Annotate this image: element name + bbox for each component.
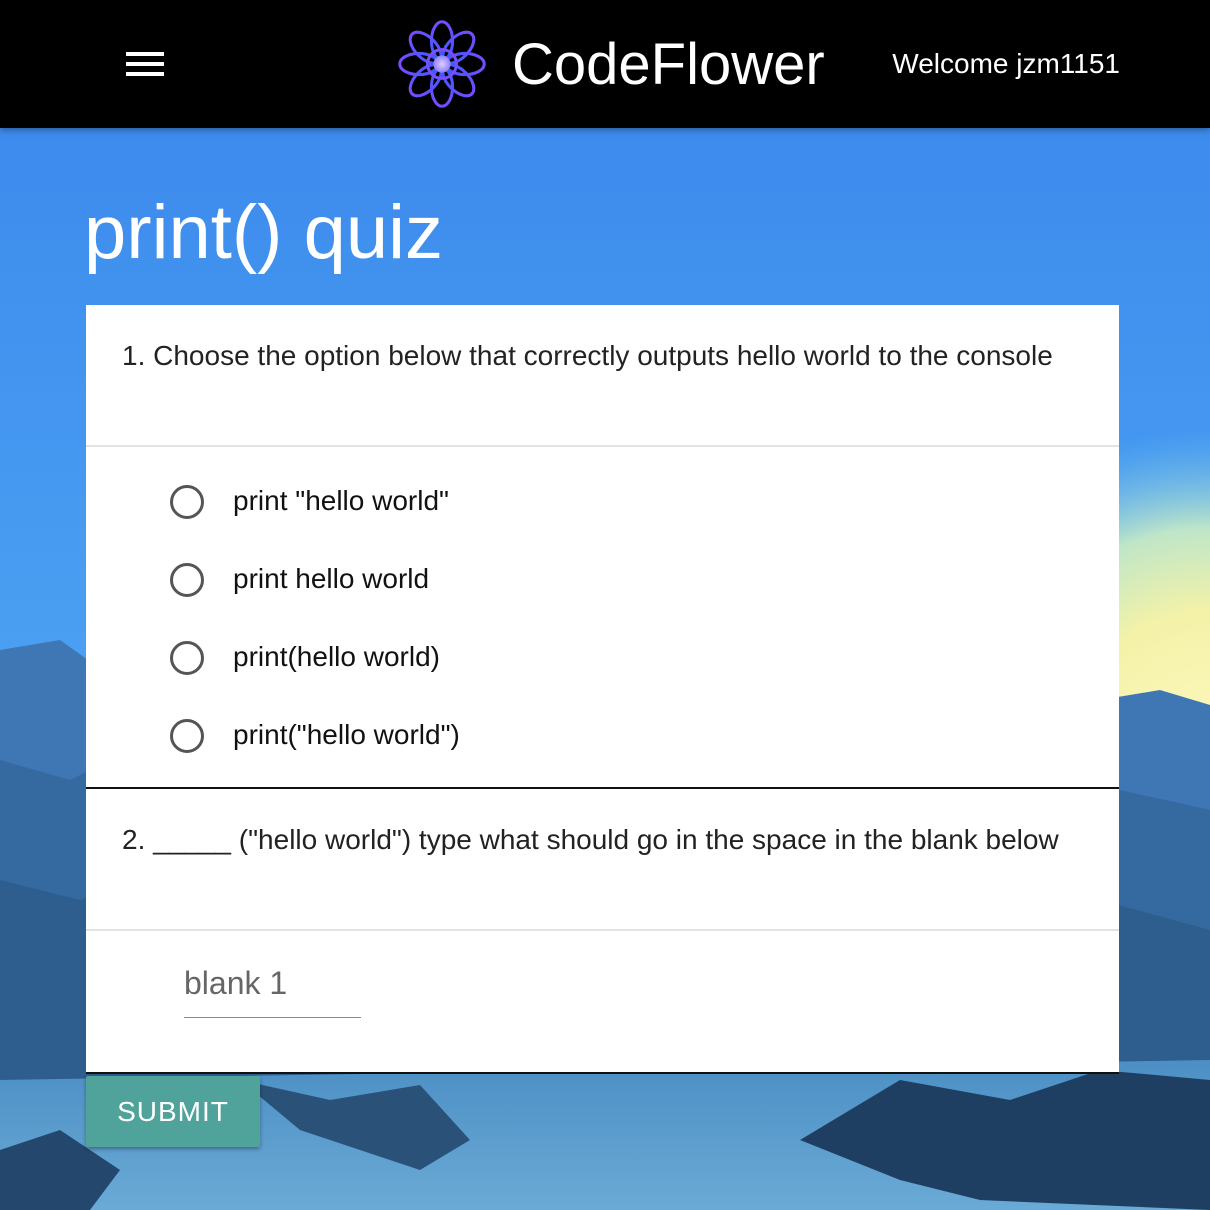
option-label: print "hello world" (233, 485, 449, 516)
option-label: print hello world (233, 563, 430, 594)
radio-button[interactable] (170, 641, 204, 675)
question-1-prompt: 1. Choose the option below that correctl… (86, 335, 1119, 377)
question-number: 1. (122, 340, 146, 371)
divider (86, 929, 1119, 931)
submit-button[interactable]: SUBMIT (86, 1076, 260, 1147)
question-text: _____ ("hello world") type what should g… (153, 824, 1059, 855)
welcome-user-text: Welcome jzm1151 (892, 48, 1120, 79)
top-navigation-bar: CodeFlower Welcome jzm1151 (0, 0, 1210, 128)
radio-button[interactable] (170, 485, 204, 519)
question-2-prompt: 2. _____ ("hello world") type what shoul… (86, 819, 1119, 861)
question-text: Choose the option below that correctly o… (153, 340, 1053, 371)
radio-button[interactable] (170, 719, 204, 753)
divider (86, 445, 1119, 447)
quiz-card: 1. Choose the option below that correctl… (86, 305, 1119, 1074)
option-label: print(hello world) (233, 641, 440, 672)
menu-line (126, 62, 164, 66)
menu-line (126, 72, 164, 76)
question-number: 2. (122, 824, 146, 855)
option-label: print("hello world") (233, 719, 460, 750)
brand-name[interactable]: CodeFlower (512, 30, 825, 100)
question-separator (86, 787, 1119, 789)
hamburger-menu-icon[interactable] (120, 42, 170, 88)
menu-line (126, 52, 164, 56)
flower-logo-icon[interactable] (394, 16, 490, 112)
radio-button[interactable] (170, 563, 204, 597)
page-title: print() quiz (84, 190, 443, 275)
blank-1-input[interactable] (184, 949, 361, 1018)
